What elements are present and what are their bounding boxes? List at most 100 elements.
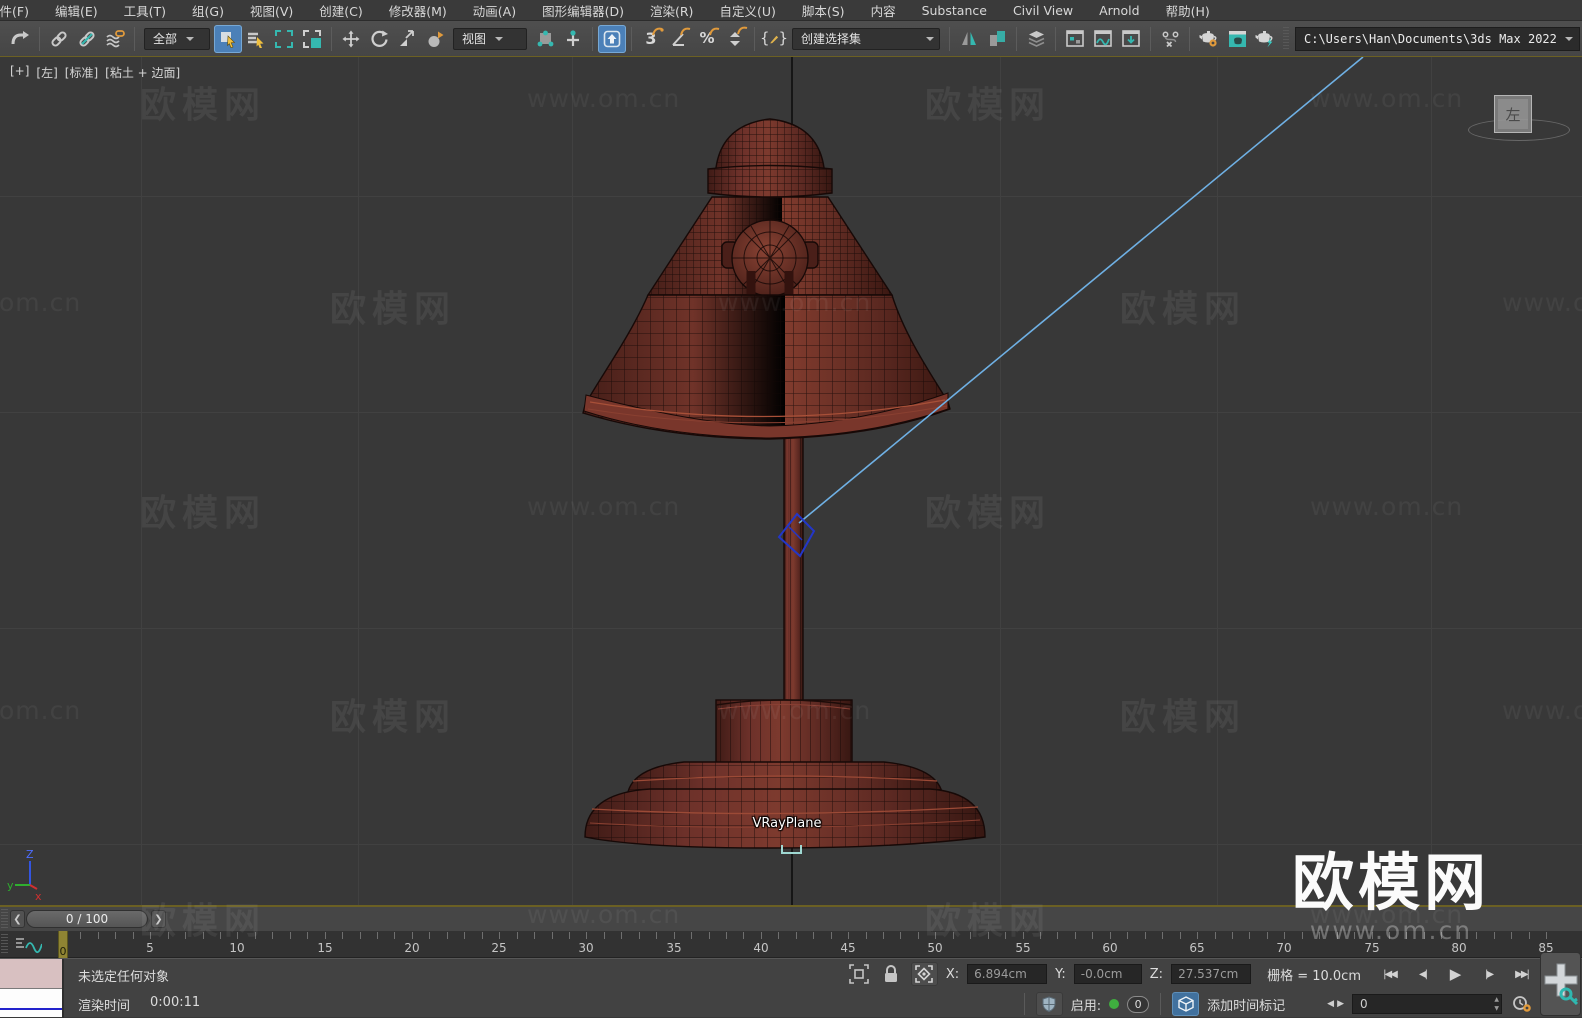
security-warning-count[interactable]: 0	[1127, 996, 1149, 1013]
go-to-start-button[interactable]: |◀◀	[1377, 963, 1402, 985]
viewcube[interactable]: 左	[1494, 95, 1532, 133]
align-button[interactable]	[983, 25, 1011, 53]
mirror-button[interactable]	[955, 25, 983, 53]
select-and-link-button[interactable]	[45, 25, 73, 53]
render-setup-button[interactable]	[1195, 25, 1223, 53]
unlink-selection-button[interactable]	[73, 25, 101, 53]
menu-item-13[interactable]: Substance	[909, 3, 1000, 18]
viewport-menu-standard[interactable]: [标准]	[65, 64, 98, 81]
frame-tick	[1389, 932, 1390, 939]
menu-item-5[interactable]: 创建(C)	[306, 1, 375, 20]
bind-to-spacewarp-button[interactable]	[101, 25, 129, 53]
absolute-mode-transform-button[interactable]	[911, 962, 938, 986]
frame-tick-label: 80	[1439, 941, 1479, 955]
isolate-selection-icon[interactable]	[847, 963, 871, 985]
next-frame-arrow-button[interactable]: ❯	[151, 910, 166, 928]
time-slider[interactable]: 0 / 100	[26, 910, 148, 928]
menu-item-8[interactable]: 图形编辑器(D)	[529, 1, 637, 20]
track-bar[interactable]: 0510152025303540455055606570758085 0	[0, 931, 1582, 958]
menu-item-12[interactable]: 内容	[858, 1, 909, 20]
keyboard-shortcut-override-button[interactable]	[598, 25, 626, 53]
menu-item-1[interactable]: 编辑(E)	[42, 1, 111, 20]
edit-named-selection-sets-button[interactable]: { }	[760, 25, 788, 53]
menu-item-0[interactable]: 文件(F)	[0, 1, 42, 20]
listener-macro-pane[interactable]	[0, 959, 62, 989]
viewport-left-orthographic[interactable]: [+] [左] [标准] [粘土 + 边面] 左 Z y x VRayPlane	[0, 57, 1582, 907]
key-filters-clock-icon[interactable]	[1510, 993, 1534, 1015]
material-editor-button[interactable]	[1156, 25, 1184, 53]
menu-item-9[interactable]: 渲染(R)	[637, 1, 706, 20]
frame-spinner-value: 0	[1360, 997, 1368, 1011]
frame-tick	[1075, 932, 1076, 939]
key-mode-toggle-arrows[interactable]: ◀▶	[1327, 999, 1344, 1009]
angle-snap-toggle-button[interactable]	[665, 25, 693, 53]
z-coordinate-field[interactable]: 27.537cm	[1171, 964, 1251, 984]
grid-setting-text: 栅格 = 10.0cm	[1267, 965, 1361, 984]
scene-security-shield-button[interactable]	[1036, 992, 1063, 1016]
use-pivot-center-button[interactable]	[531, 25, 559, 53]
selection-lock-icon[interactable]	[879, 963, 903, 985]
open-mini-curve-editor-button[interactable]	[12, 934, 42, 955]
frame-tick	[1406, 932, 1407, 939]
named-selection-set-dropdown[interactable]: 创建选择集	[792, 28, 940, 50]
menu-item-6[interactable]: 修改器(M)	[376, 1, 460, 20]
select-and-move-button[interactable]	[337, 25, 365, 53]
frame-tick	[220, 932, 221, 939]
select-object-button[interactable]	[214, 25, 242, 53]
add-time-tag-text[interactable]: 添加时间标记	[1207, 995, 1285, 1014]
menu-item-11[interactable]: 脚本(S)	[789, 1, 858, 20]
menu-item-15[interactable]: Arnold	[1086, 3, 1152, 18]
spinner-arrows-icon[interactable]: ▲▼	[1494, 996, 1499, 1013]
trackbar-grip[interactable]	[1, 909, 8, 929]
toolbar-grip[interactable]	[1283, 27, 1289, 51]
frame-tick	[569, 932, 570, 939]
schematic-view-button[interactable]	[1117, 25, 1145, 53]
spinner-snap-toggle-button[interactable]	[721, 25, 749, 53]
frame-tick	[412, 932, 413, 939]
toggle-layer-explorer-button[interactable]	[1022, 25, 1050, 53]
play-animation-button[interactable]: ▶	[1443, 963, 1468, 985]
maxscript-mini-listener[interactable]	[0, 959, 64, 1018]
viewport-menu-general[interactable]: [+]	[10, 64, 29, 81]
graph-editors-button[interactable]	[1061, 25, 1089, 53]
viewport-menu-shading[interactable]: [粘土 + 边面]	[105, 64, 180, 81]
select-and-manipulate-button[interactable]	[559, 25, 587, 53]
vrayplane-gizmo-icon[interactable]	[781, 845, 802, 854]
time-tag-cube-button[interactable]	[1172, 992, 1199, 1016]
go-to-end-button[interactable]: ▶▶|	[1509, 963, 1534, 985]
redo-button[interactable]	[6, 25, 34, 53]
menu-item-10[interactable]: 自定义(U)	[706, 1, 788, 20]
menu-item-14[interactable]: Civil View	[1000, 3, 1086, 18]
previous-frame-arrow-button[interactable]: ❮	[10, 910, 25, 928]
set-key-button[interactable]	[1540, 952, 1581, 1016]
render-production-button[interactable]	[1251, 25, 1279, 53]
trackbar-grip[interactable]	[1, 934, 8, 954]
menu-item-16[interactable]: 帮助(H)	[1153, 1, 1223, 20]
menu-item-3[interactable]: 组(G)	[179, 1, 237, 20]
reference-coordinate-dropdown[interactable]: 视图	[453, 28, 527, 50]
listener-script-pane[interactable]	[0, 989, 62, 1017]
next-frame-button[interactable]: |▶	[1476, 963, 1501, 985]
rectangular-selection-region-button[interactable]	[270, 25, 298, 53]
selection-filter-dropdown[interactable]: 全部	[144, 28, 210, 50]
frame-tick	[900, 932, 901, 939]
current-frame-spinner[interactable]: 0 ▲▼	[1352, 994, 1502, 1014]
previous-frame-button[interactable]: ◀|	[1410, 963, 1435, 985]
snaps-toggle-button[interactable]: 3	[637, 25, 665, 53]
x-coordinate-field[interactable]: 6.894cm	[967, 964, 1047, 984]
menu-item-2[interactable]: 工具(T)	[111, 1, 179, 20]
select-and-scale-button[interactable]	[393, 25, 421, 53]
select-and-place-button[interactable]	[421, 25, 449, 53]
select-and-rotate-button[interactable]	[365, 25, 393, 53]
y-coordinate-field[interactable]: -0.0cm	[1074, 964, 1142, 984]
menu-item-7[interactable]: 动画(A)	[460, 1, 529, 20]
curve-editor-button[interactable]	[1089, 25, 1117, 53]
current-frame-marker[interactable]: 0	[58, 931, 68, 958]
viewport-menu-pov[interactable]: [左]	[36, 64, 57, 81]
window-crossing-toggle-button[interactable]	[298, 25, 326, 53]
percent-snap-toggle-button[interactable]: %	[693, 25, 721, 53]
menu-item-4[interactable]: 视图(V)	[237, 1, 306, 20]
rendered-frame-window-button[interactable]	[1223, 25, 1251, 53]
select-by-name-button[interactable]	[242, 25, 270, 53]
project-folder-dropdown[interactable]: C:\Users\Han\Documents\3ds Max 2022	[1295, 27, 1580, 51]
